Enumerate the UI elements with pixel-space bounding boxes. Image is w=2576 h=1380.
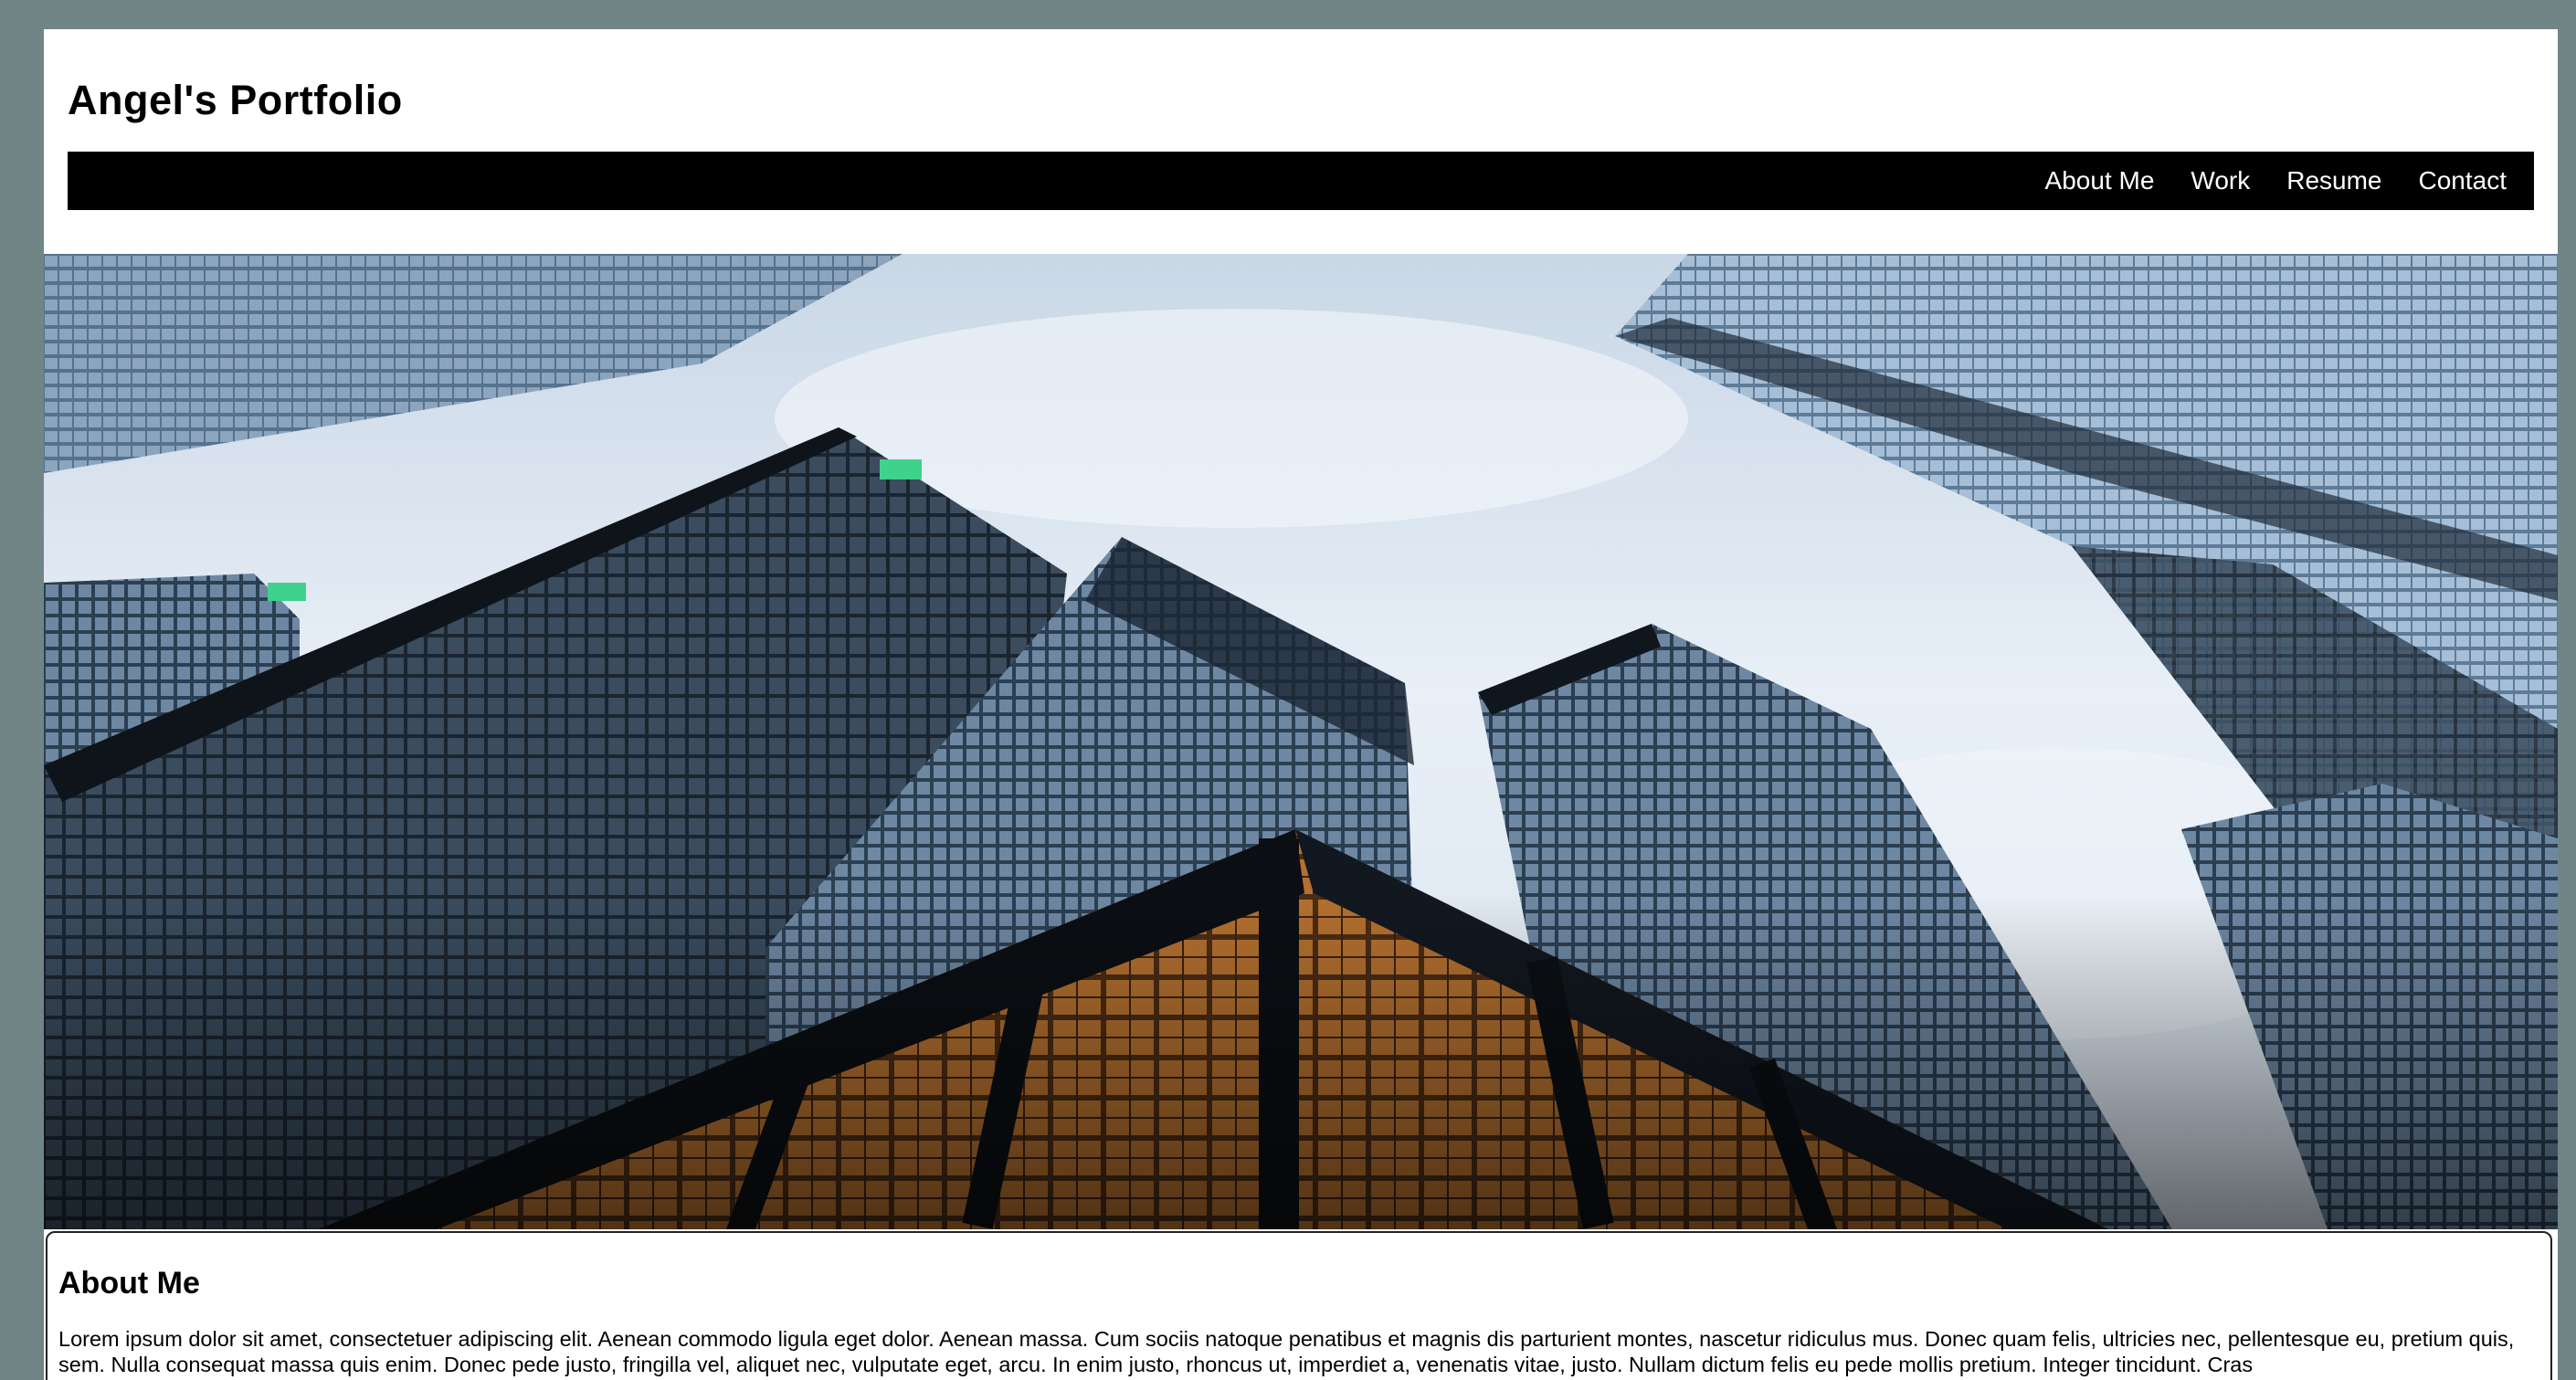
site-header: Angel's Portfolio About Me Work Resume C… bbox=[44, 29, 2558, 254]
hero-image bbox=[44, 254, 2558, 1229]
about-me-text: Lorem ipsum dolor sit amet, consectetuer… bbox=[58, 1327, 2515, 1376]
nav-link-contact[interactable]: Contact bbox=[2419, 166, 2507, 195]
nav-item-about-me: About Me bbox=[2009, 166, 2155, 195]
page-container: Angel's Portfolio About Me Work Resume C… bbox=[44, 29, 2558, 1380]
site-title: Angel's Portfolio bbox=[68, 77, 403, 123]
nav-link-about-me[interactable]: About Me bbox=[2045, 166, 2155, 195]
nav-link-work[interactable]: Work bbox=[2191, 166, 2250, 195]
about-me-heading: About Me bbox=[58, 1266, 200, 1301]
about-me-section: About Me Lorem ipsum dolor sit amet, con… bbox=[46, 1231, 2552, 1380]
main-navbar: About Me Work Resume Contact bbox=[68, 152, 2534, 210]
nav-item-resume: Resume bbox=[2250, 166, 2381, 195]
nav-item-work: Work bbox=[2154, 166, 2250, 195]
nav-link-resume[interactable]: Resume bbox=[2286, 166, 2381, 195]
city-skyscrapers-image bbox=[44, 254, 2558, 1229]
nav-item-contact: Contact bbox=[2382, 166, 2507, 195]
nav-list: About Me Work Resume Contact bbox=[68, 152, 2534, 210]
